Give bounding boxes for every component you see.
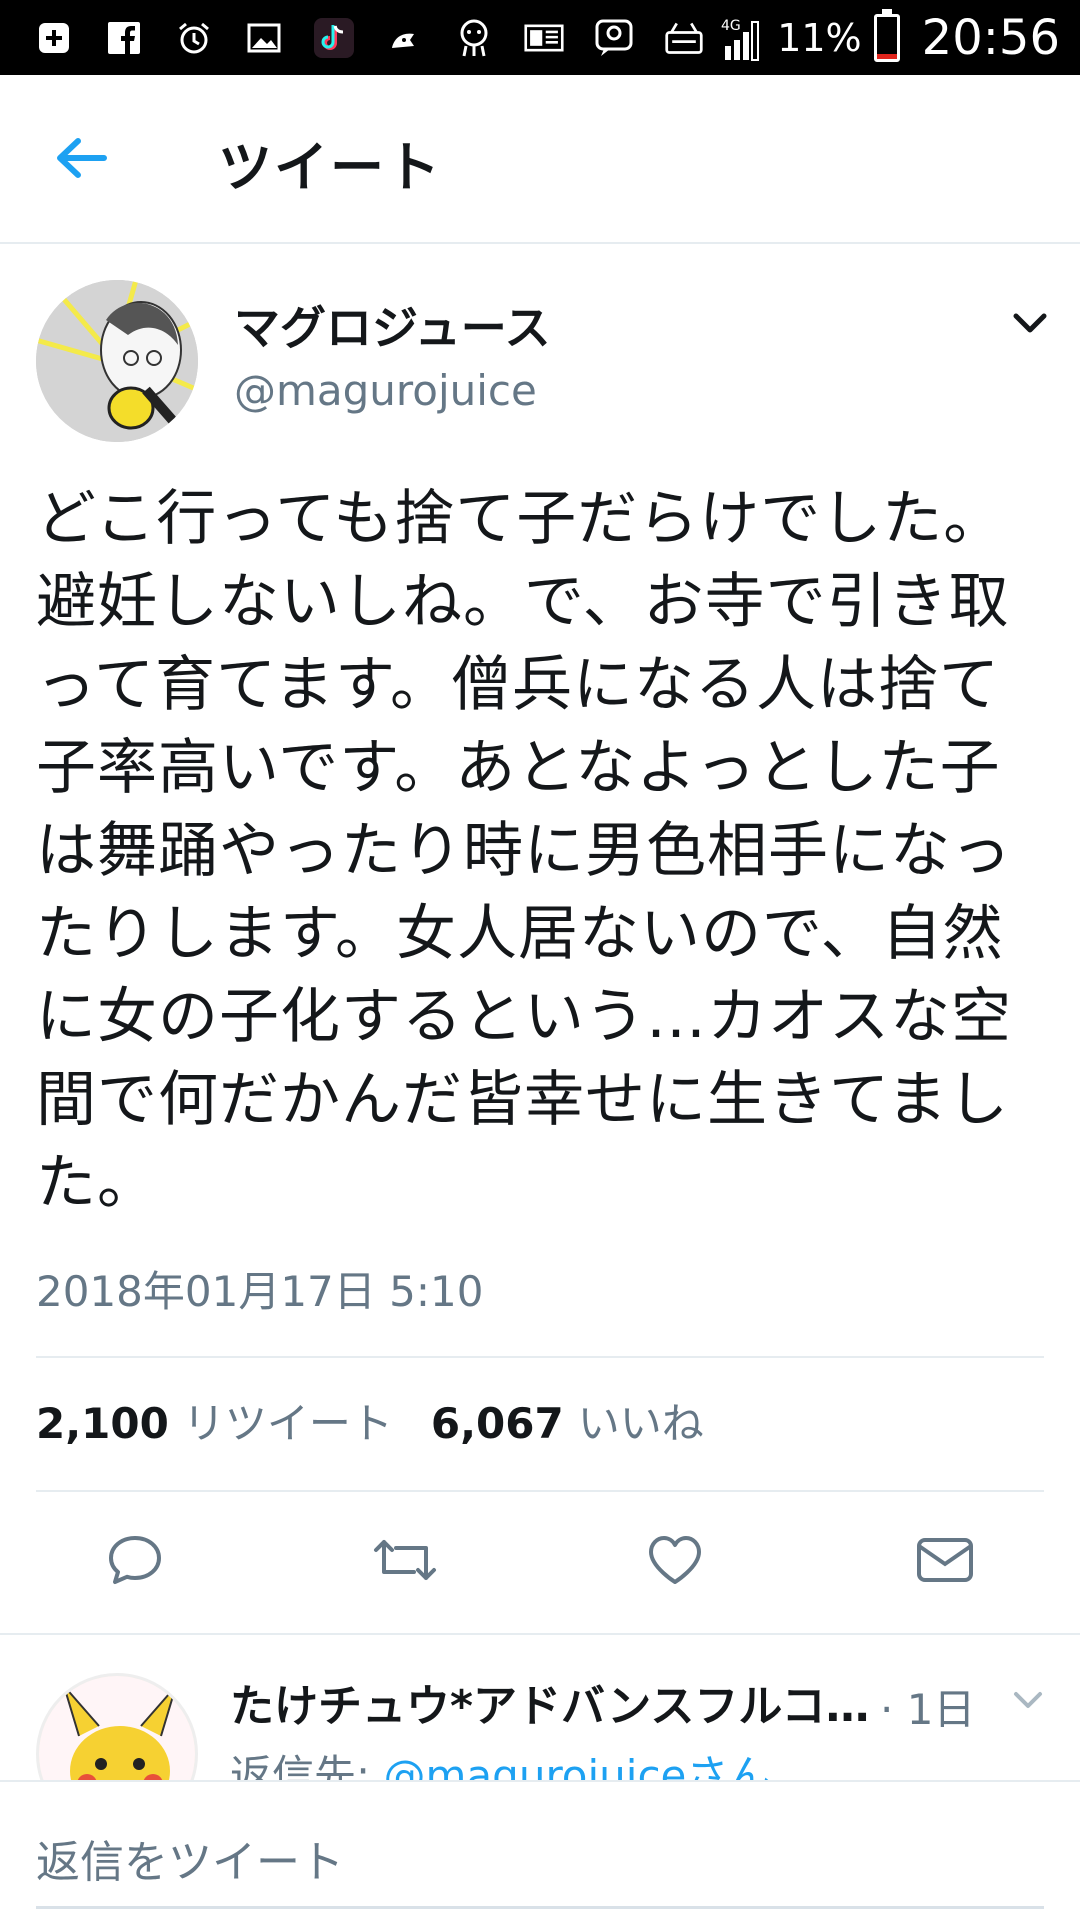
- reply-to-prefix: 返信先:: [230, 1751, 384, 1780]
- like-label[interactable]: いいね: [578, 1390, 704, 1451]
- reply-compose-bar[interactable]: 返信をツイート: [0, 1780, 1080, 1922]
- reply-display-name[interactable]: たけチュウ*アドバンスフルコ…: [230, 1670, 869, 1734]
- chevron-down-icon[interactable]: [1010, 1688, 1046, 1714]
- divider: [36, 1356, 1044, 1358]
- clock: 20:56: [921, 9, 1060, 66]
- author-handle[interactable]: @magurojuice: [234, 366, 537, 415]
- author-display-name[interactable]: マグロジュース: [234, 292, 550, 358]
- tiktok-icon: [314, 17, 354, 58]
- image-icon: [244, 18, 284, 58]
- like-icon[interactable]: [635, 1520, 715, 1600]
- svg-text:4G: 4G: [721, 18, 741, 34]
- reply-to-link[interactable]: @magurojuiceさん: [384, 1751, 771, 1780]
- status-bar: 4G 11% 20:56: [0, 0, 1080, 75]
- dm-icon[interactable]: [905, 1520, 985, 1600]
- retweet-count[interactable]: 2,100: [36, 1399, 169, 1448]
- battery-percent: 11%: [777, 15, 862, 60]
- alarm-icon: [174, 18, 214, 58]
- page-title: ツイート: [218, 136, 442, 199]
- tweet-actions: [0, 1520, 1080, 1600]
- news-icon: [524, 18, 564, 58]
- tweet-stats: 2,100 リツイート 6,067 いいね: [36, 1390, 742, 1451]
- reply-icon[interactable]: [95, 1520, 175, 1600]
- chat-face-icon: [594, 18, 634, 58]
- reply-time: · 1日: [880, 1685, 976, 1734]
- reply-input[interactable]: 返信をツイート: [36, 1826, 344, 1890]
- like-count[interactable]: 6,067: [431, 1399, 564, 1448]
- market-icon: [664, 18, 704, 58]
- input-underline: [36, 1906, 1044, 1909]
- retweet-icon[interactable]: [365, 1520, 445, 1600]
- battery-icon: [873, 8, 900, 62]
- cat-icon: [384, 18, 424, 58]
- plus-box-icon: [34, 18, 74, 58]
- retweet-label[interactable]: リツイート: [183, 1390, 393, 1451]
- divider: [0, 1633, 1080, 1635]
- character-icon: [454, 18, 494, 58]
- facebook-icon: [104, 18, 144, 58]
- chevron-down-icon[interactable]: [1010, 308, 1050, 338]
- battery-level: [876, 53, 897, 59]
- signal-icon: 4G: [721, 18, 765, 61]
- tweet-header-bar: ツイート: [0, 75, 1080, 244]
- author-avatar[interactable]: [36, 280, 198, 442]
- divider: [36, 1490, 1044, 1492]
- reply-to-line: 返信先: @magurojuiceさん: [230, 1742, 770, 1780]
- tweet-timestamp: 2018年01月17日 5:10: [36, 1267, 484, 1316]
- back-arrow-icon[interactable]: [52, 133, 112, 183]
- tweet-text: どこ行っても捨て子だらけでした。避妊しないしね。で、お寺で引き取って育てます。僧…: [36, 484, 1012, 1218]
